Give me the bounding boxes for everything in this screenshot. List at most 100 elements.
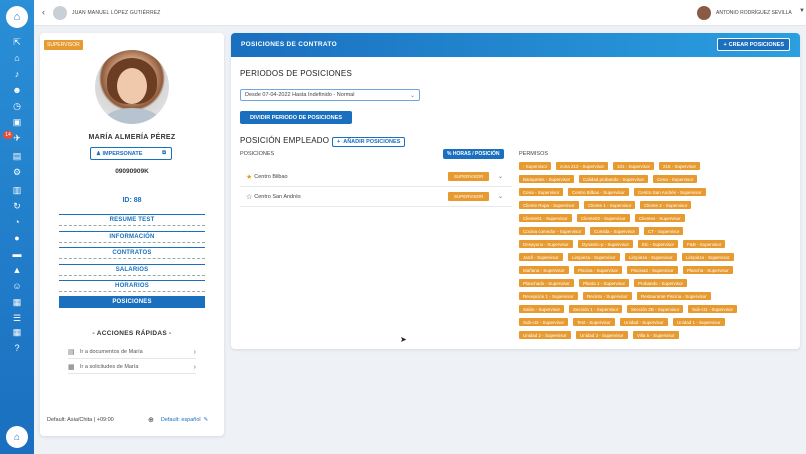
add-positions-label: AÑADIR POSICIONES [343, 139, 401, 145]
permission-tag: Cena - Supervisor [653, 175, 698, 183]
star-outline-icon[interactable]: ☆ [246, 193, 252, 201]
permission-tag: Salón - Supervisor [519, 305, 565, 313]
permission-tag: Calidad probando - Supervisor [579, 175, 649, 183]
profile-card: SUPERVISOR MARÍA ALMERÍA PÉREZ ♟ IMPERSO… [40, 33, 224, 436]
list-icon[interactable]: ☰ [11, 312, 23, 324]
chevron-down-icon[interactable]: ⌄ [498, 173, 503, 180]
permission-tag: F&B - Supervisor [683, 240, 726, 248]
permission-tag: Unidad 2 - Supervisor [519, 331, 571, 339]
permission-tag: Sección 2B - Supervisor [627, 305, 684, 313]
permission-tag: Dynamic-p - Supervisor [578, 240, 634, 248]
permission-tag: Cena - Supervisor [519, 188, 564, 196]
permission-tag: Recinto - Supervisor [583, 292, 632, 300]
permission-tag: 215 - Supervisor [659, 162, 701, 170]
person-icon: ♟ [96, 150, 101, 157]
permission-tag: Cliente 1 - Supervisor [584, 201, 636, 209]
permission-tag: Piscina2 - Supervisor [627, 266, 678, 274]
current-user-name[interactable]: ANTONIO RODRÍGUEZ SEVILLA [716, 10, 792, 16]
external-link-icon: ⧉ [162, 150, 166, 156]
bottom-logo: ⌂ [6, 426, 28, 448]
help-icon[interactable]: ? [11, 342, 23, 354]
bell-icon[interactable]: ♪ [11, 68, 23, 80]
person-settings-icon[interactable]: ☺ [11, 280, 23, 292]
position-row[interactable]: ☆ Centro San Andrés SUPERVISOR ⌄ [240, 187, 512, 207]
positions-column-header: POSICIONES [240, 151, 275, 157]
home-icon[interactable]: ⌂ [11, 52, 23, 64]
current-user-avatar[interactable] [697, 6, 711, 20]
permission-tag: Jardí - Supervisor [519, 253, 563, 261]
clock-icon[interactable]: ◷ [11, 100, 23, 112]
menu-contratos[interactable]: CONTRATOS [59, 247, 205, 259]
language-selector[interactable]: ⊕ Default: español ✎ [148, 416, 208, 424]
card-header: POSICIONES DE CONTRATO + CREAR POSICIONE… [231, 33, 800, 57]
chevron-down-icon[interactable]: ▼ [799, 8, 805, 14]
app-logo[interactable]: ⌂ [6, 6, 28, 28]
quick-action-label: Ir a solicitudes de María [80, 364, 139, 370]
document-icon[interactable]: ▥ [11, 184, 23, 196]
notification-badge: 14 [3, 131, 13, 139]
chart-icon[interactable]: ◔ [11, 216, 23, 228]
clock-refresh-icon[interactable]: ↻ [11, 200, 23, 212]
impersonate-button[interactable]: ♟ IMPERSONATE ⧉ [90, 147, 172, 160]
quick-actions-title: - ACCIONES RÁPIDAS - [92, 330, 172, 337]
impersonate-label: IMPERSONATE [102, 150, 143, 157]
menu-salarios[interactable]: SALARIOS [59, 264, 205, 276]
permission-tag: Mañana - Supervisor [519, 266, 569, 274]
menu-resume-test[interactable]: RESUME TEST [59, 214, 205, 226]
grid-icon[interactable]: ▦ [11, 326, 23, 338]
create-positions-button[interactable]: + CREAR POSICIONES [717, 38, 790, 51]
permission-tag: Banquetes - Supervisor [519, 175, 575, 183]
impersonated-user-name: JUAN MANUEL LÓPEZ GUTIÉRREZ [72, 10, 161, 16]
permissions-column-header: PERMISOS [519, 151, 549, 157]
permission-tag: Centro Bilbao - Supervisor [568, 188, 629, 196]
quick-action-label: Ir a documentos de María [80, 349, 143, 355]
hours-per-position-button[interactable]: % HORAS / POSICIÓN [443, 149, 504, 159]
position-name: Centro Bilbao [254, 173, 288, 180]
period-select[interactable]: Desde 07-04-2022 Hasta Indefinido - Norm… [240, 89, 420, 101]
timezone-label: Default: Asia/Chita | +09:00 [47, 417, 114, 423]
avatar[interactable] [53, 6, 67, 20]
menu-informacion[interactable]: INFORMACIÓN [59, 231, 205, 243]
id-card-icon[interactable]: ▤ [11, 150, 23, 162]
quick-action-documents[interactable]: ▤ Ir a documentos de María › [68, 346, 196, 359]
chat-icon[interactable]: ● [11, 232, 23, 244]
periods-title: PERIODOS DE POSICIONES [240, 69, 352, 78]
expand-icon[interactable]: ⇱ [11, 36, 23, 48]
menu-horarios[interactable]: HORARIOS [59, 280, 205, 292]
profile-photo [95, 50, 169, 124]
permission-tag: Unidad 1 - Supervisor [673, 318, 725, 326]
permission-tag: Sub-ct1 - Supervisor [688, 305, 738, 313]
back-arrow-icon[interactable]: ‹ [42, 7, 45, 17]
employee-position-title: POSICIÓN EMPLEADO [240, 136, 330, 145]
position-name: Centro San Andrés [254, 193, 301, 200]
plus-icon: + [723, 41, 727, 48]
building-icon[interactable]: ▦ [11, 296, 23, 308]
gear-icon[interactable]: ⚙ [11, 166, 23, 178]
calendar-icon: ▦ [68, 364, 75, 371]
permission-tag: Cliente01 - Supervisor [519, 214, 572, 222]
permission-tag: Test - Supervisor [573, 318, 615, 326]
star-filled-icon[interactable]: ★ [246, 173, 252, 181]
divide-period-button[interactable]: DIVIDIR PERIODO DE POSICIONES [240, 111, 352, 124]
menu-posiciones[interactable]: POSICIONES [59, 296, 205, 308]
add-positions-button[interactable]: + AÑADIR POSICIONES [332, 137, 406, 147]
quick-action-requests[interactable]: ▦ Ir a solicitudes de María › [68, 361, 196, 374]
permission-tag: Clientes - Supervisor [635, 214, 685, 222]
permission-tag: Cliente02 - Supervisor [577, 214, 630, 222]
permission-tag: 101 - Supervisor [613, 162, 655, 170]
permission-tag: Probando - Supervisor [634, 279, 688, 287]
chevron-right-icon: › [193, 348, 196, 356]
permission-tag: Planta 1 - Supervisor [579, 279, 630, 287]
position-row[interactable]: ★ Centro Bilbao SUPERVISOR ⌄ [240, 167, 512, 187]
folder-icon[interactable]: ▬ [11, 248, 23, 260]
sidebar: ⌂ ⇱ ⌂ ♪ ☻ ◷ ▣ ✈ 14 ▤ ⚙ ▥ ↻ ◔ ● ▬ ▲ ☺ ▦ ☰… [0, 0, 34, 454]
permission-tag: Centro San Andrés - Supervisor [634, 188, 706, 196]
positions-card: POSICIONES DE CONTRATO + CREAR POSICIONE… [231, 33, 800, 349]
permission-tag: Limpieza - Supervisor [625, 253, 677, 261]
briefcase-icon[interactable]: ▣ [11, 116, 23, 128]
users-icon[interactable]: ☻ [11, 84, 23, 96]
graduation-icon[interactable]: ▲ [11, 264, 23, 276]
chevron-down-icon[interactable]: ⌄ [498, 193, 503, 200]
permission-tag: Cliente Ropa - Supervisor [519, 201, 579, 209]
chevron-down-icon: ⌄ [409, 92, 415, 99]
